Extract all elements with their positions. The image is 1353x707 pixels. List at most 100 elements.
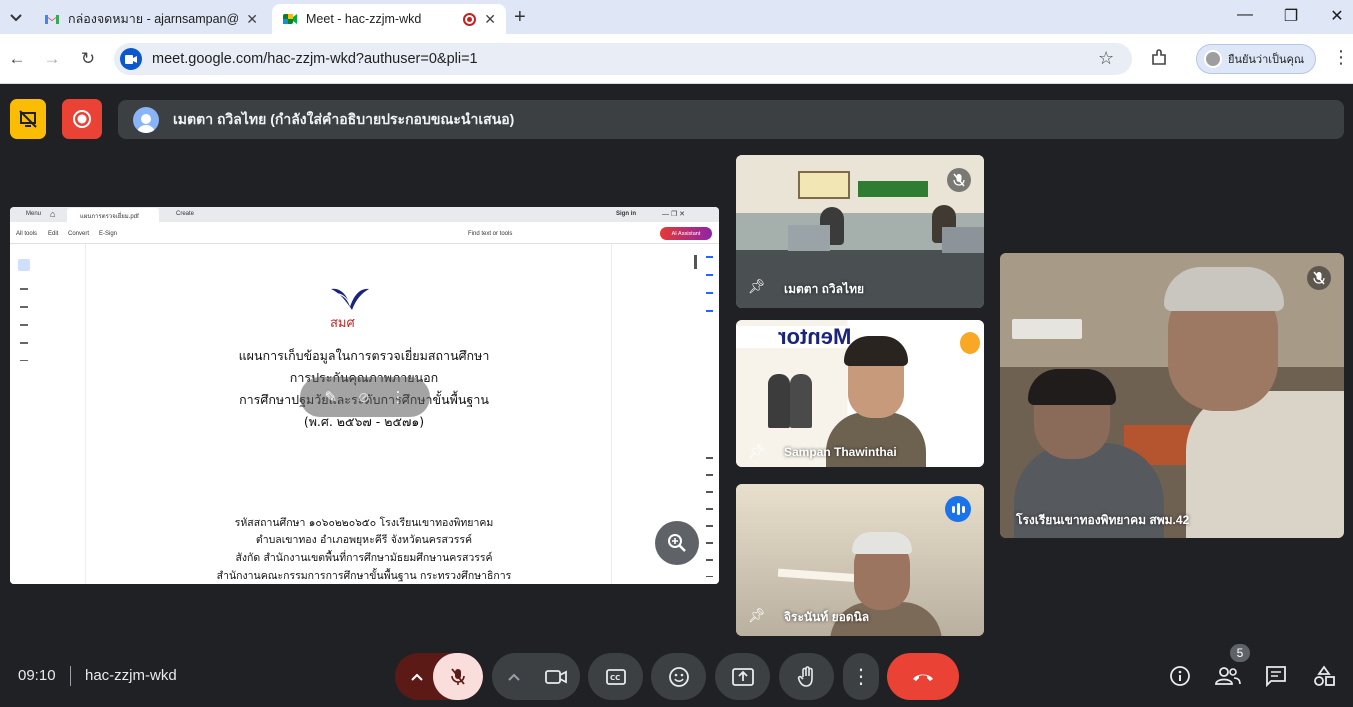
minimize-icon[interactable]: — — [1230, 6, 1260, 24]
meeting-code: hac-zzjm-wkd — [85, 667, 177, 684]
captions-button[interactable]: CC — [588, 653, 643, 700]
recording-indicator-button[interactable] — [62, 99, 102, 139]
forward-icon[interactable]: → — [41, 48, 63, 70]
pdf-file-tab-label: แผนการตรวจเยี่ยม.pdf — [80, 214, 139, 220]
participant-name: จิระนันท์ ยอดนิล — [784, 610, 870, 624]
more-vert-icon: ⋮ — [851, 666, 871, 688]
annotation-toolbar[interactable]: ✎ ⊘ ⋮ — [300, 377, 430, 417]
video-person — [768, 374, 790, 428]
pdf-window-controls: — ❐ ✕ — [662, 211, 686, 218]
video-person-hair — [852, 532, 912, 554]
doc-body-line: สำนักงานคณะกรรมการการศึกษาขั้นพื้นฐาน กร… — [216, 570, 512, 582]
close-icon[interactable]: ✕ — [246, 11, 258, 28]
captions-icon: CC — [605, 668, 626, 685]
present-screen-icon — [731, 667, 754, 686]
raise-hand-button[interactable] — [779, 653, 834, 700]
video-person — [1186, 391, 1344, 538]
meet-icon — [283, 14, 297, 24]
shared-screen[interactable]: Menu ⌂ แผนการตรวจเยี่ยม.pdf Create Sign … — [10, 207, 719, 584]
doc-body-line: สังกัด สำนักงานเขตพื้นที่การศึกษามัธยมศึ… — [235, 552, 493, 564]
mic-off-icon — [451, 667, 465, 685]
participant-tile[interactable]: 📌︎ จิระนันท์ ยอดนิล — [736, 484, 984, 636]
pdf-all-tools: All tools — [16, 231, 38, 237]
pin-icon[interactable]: 📌︎ — [748, 443, 766, 460]
pdf-create: Create — [176, 211, 195, 217]
video-banner — [858, 181, 928, 197]
browser-menu-icon[interactable]: ⋮ — [1332, 48, 1350, 66]
mic-off-icon — [947, 168, 971, 192]
pen-off-icon[interactable]: ✎ — [324, 388, 337, 406]
speaking-indicator — [945, 496, 971, 522]
tab-gmail[interactable]: กล่องจดหมาย - ajarnsampan@gm ✕ — [34, 4, 268, 34]
pdf-convert: Convert — [68, 231, 90, 237]
emoji-icon — [668, 666, 689, 687]
reload-icon[interactable]: ↻ — [77, 48, 99, 70]
companion-mode-button[interactable] — [10, 99, 46, 139]
video-laptop — [788, 225, 830, 251]
logo-text: สมศ — [330, 316, 355, 331]
link-off-icon[interactable]: ⊘ — [358, 389, 370, 406]
meeting-info-button[interactable] — [1165, 661, 1195, 691]
hand-icon — [797, 665, 813, 687]
tab-label: กล่องจดหมาย - ajarnsampan@gm — [68, 12, 239, 26]
participant-name: Sampan Thawinthai — [784, 445, 897, 459]
people-button[interactable] — [1213, 661, 1243, 691]
leave-call-button[interactable] — [887, 653, 959, 700]
presentation-off-icon — [19, 110, 37, 128]
back-icon[interactable]: ← — [6, 48, 28, 70]
reactions-button[interactable] — [651, 653, 706, 700]
camera-toggle-button[interactable] — [534, 669, 578, 685]
participant-tile[interactable]: Mentor 📌︎ Sampan Thawinthai — [736, 320, 984, 467]
onesqa-logo — [331, 288, 369, 310]
pdf-page-nav-icons — [706, 451, 713, 577]
video-laptop — [942, 227, 984, 253]
pin-icon[interactable]: 📌︎ — [748, 607, 766, 624]
pdf-menu: Menu — [26, 211, 42, 217]
address-bar[interactable]: meet.google.com/hac-zzjm-wkd?authuser=0&… — [114, 43, 1132, 75]
window-close-icon[interactable]: ✕ — [1322, 6, 1352, 26]
participant-tile[interactable]: โรงเรียนเขาทองพิทยาคม สพม.42 — [1000, 253, 1344, 538]
chevron-up-icon — [508, 673, 520, 681]
participant-count: 5 — [1236, 646, 1244, 660]
chat-button[interactable] — [1261, 661, 1291, 691]
extensions-icon[interactable] — [1150, 49, 1168, 72]
clock-divider — [70, 666, 71, 686]
close-icon[interactable]: ✕ — [484, 11, 496, 28]
participant-tile[interactable]: 📌︎ เมตตา ถวิลไทย — [736, 155, 984, 308]
pdf-tool-icons — [20, 279, 28, 361]
pdf-find: Find text or tools — [468, 231, 513, 237]
info-icon — [1170, 666, 1190, 686]
url-text: meet.google.com/hac-zzjm-wkd?authuser=0&… — [152, 51, 478, 67]
restore-icon[interactable]: ❐ — [1276, 6, 1306, 26]
new-tab-button[interactable]: + — [514, 6, 526, 29]
video-emblem — [960, 332, 980, 354]
bookmark-star-icon[interactable]: ☆ — [1098, 48, 1114, 69]
profile-button[interactable]: ยืนยันว่าเป็นคุณ — [1196, 44, 1316, 74]
activities-button[interactable] — [1309, 661, 1339, 691]
video-options-button[interactable] — [494, 673, 534, 681]
tab-meet[interactable]: Meet - hac-zzjm-wkd ✕ — [272, 4, 506, 34]
activities-icon — [1314, 665, 1335, 686]
pin-icon[interactable]: 📌︎ — [748, 278, 766, 295]
more-options-button[interactable]: ⋮ — [843, 653, 879, 700]
profile-label: ยืนยันว่าเป็นคุณ — [1228, 54, 1305, 66]
meeting-clock: 09:10 — [18, 667, 56, 684]
chevron-up-icon — [411, 673, 423, 681]
recording-icon — [463, 12, 477, 26]
site-info-icon[interactable] — [120, 48, 142, 70]
chevron-down-icon — [10, 14, 22, 22]
video-person — [790, 374, 812, 428]
video-window — [798, 171, 850, 199]
doc-body-line: ตำบลเขาทอง อำเภอพยุหะคีรี จังหวัดนครสวรร… — [255, 534, 473, 546]
present-button[interactable] — [715, 653, 770, 700]
more-options-icon[interactable]: ⋮ — [391, 388, 406, 406]
video-person-hair — [1028, 369, 1116, 405]
presenter-text: เมตตา ถวิลไทย (กำลังใส่คำอธิบายประกอบขณะ… — [173, 110, 515, 127]
mic-toggle-button[interactable] — [433, 653, 483, 700]
record-icon — [73, 110, 91, 128]
zoom-button[interactable] — [655, 521, 699, 565]
tab-label: Meet - hac-zzjm-wkd — [306, 12, 422, 26]
pdf-scrollbar — [694, 255, 697, 269]
tab-search-button[interactable] — [6, 8, 26, 28]
participant-count-badge: 5 — [1230, 644, 1250, 662]
